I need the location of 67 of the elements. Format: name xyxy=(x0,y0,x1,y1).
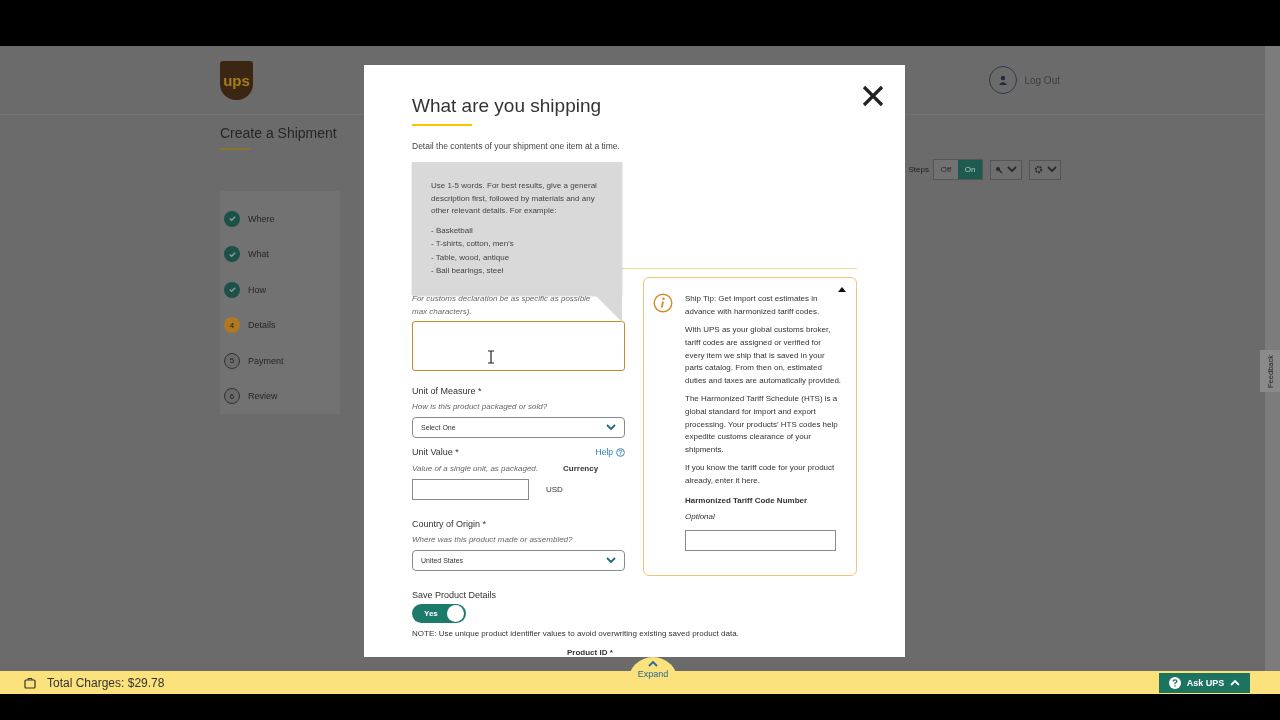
chevron-down-icon xyxy=(606,424,616,432)
chevron-up-icon xyxy=(648,660,658,667)
total-charges: Total Charges: $29.78 xyxy=(47,675,165,690)
step-label[interactable]: How xyxy=(248,284,266,295)
steps-toggle-option[interactable]: Off xyxy=(934,160,958,179)
tip-paragraph: Ship Tip: Get import cost estimates in advance with harmonized tariff codes. xyxy=(685,293,821,318)
field-label: Harmonized Tariff Code Number xyxy=(685,494,809,507)
chevron-down-icon xyxy=(606,557,616,565)
check-icon xyxy=(224,210,240,227)
help-icon xyxy=(616,447,625,457)
help-link[interactable]: Help xyxy=(595,447,625,458)
step-label[interactable]: Payment xyxy=(248,355,284,366)
tip-paragraph: The Harmonized Tariff Schedule (HTS) is a global standard for import and export processing. Your products' HTS codes help expedite customs clearance of your shipments. xyxy=(685,393,839,456)
tools-button[interactable] xyxy=(990,159,1022,180)
gear-icon xyxy=(1033,165,1043,174)
tooltip-example: - Table, wood, antique xyxy=(431,251,511,264)
tariff-code-field[interactable] xyxy=(685,529,836,551)
collapse-caret[interactable] xyxy=(837,285,847,294)
steps-label: Steps xyxy=(908,165,929,174)
currency-label: Currency xyxy=(563,462,599,475)
bag-icon xyxy=(24,676,36,689)
field-label: Product ID * xyxy=(566,648,614,657)
field-label: Unit of Measure * xyxy=(412,385,483,398)
tooltip-example: - Ball bearings, steel xyxy=(431,265,505,277)
tip-paragraph: With UPS as your global customs broker, tariff codes are assigned or verified for every item we ship that is saved in your parts catalog. From then on, estimated duties and taxes are automatically provided. xyxy=(685,324,842,387)
unit-value-field[interactable] xyxy=(412,479,529,501)
description-field[interactable] xyxy=(412,321,625,372)
dialog-description: Detail the contents of your shipment one item at a time. xyxy=(412,139,621,152)
field-label: Unit Value * xyxy=(412,446,459,459)
check-icon xyxy=(224,246,240,263)
check-icon xyxy=(224,281,240,298)
customs-hint: For customs declaration be as specific as possible xyxy=(412,293,591,306)
tooltip-text: Use 1-5 words. For best results, give a general description first, followed by materials and any other relevant details. For example: xyxy=(431,180,598,217)
step-label[interactable]: What xyxy=(248,249,269,260)
tooltip-example: - Basketball xyxy=(431,224,474,237)
currency-value: USD xyxy=(546,483,563,496)
field-hint: Value of a single unit, as packaged. xyxy=(412,463,538,476)
field-hint: How is this product packaged or sold? xyxy=(412,401,548,414)
help-icon xyxy=(1168,676,1181,689)
save-toggle[interactable]: Yes xyxy=(412,604,466,623)
text-cursor-icon xyxy=(487,350,495,365)
tip-paragraph: If you know the tariff code for your product already, enter it here. xyxy=(685,462,836,487)
scrollbar[interactable] xyxy=(1265,46,1280,671)
step-number: 5 xyxy=(224,352,240,369)
page-title: Create a Shipment xyxy=(220,125,338,141)
person-icon xyxy=(998,75,1009,85)
customs-hint: max characters). xyxy=(412,306,472,319)
step-number: 6 xyxy=(224,388,240,405)
field-hint: Where was this product made or assembled? xyxy=(412,534,573,547)
close-button[interactable] xyxy=(861,84,885,108)
note-text: NOTE: Use unique product identifier values to avoid overwriting existing saved product data. xyxy=(412,628,740,640)
ask-ups-button[interactable]: Ask UPS xyxy=(1159,672,1250,693)
step-label[interactable]: Details xyxy=(248,320,276,331)
chevron-up-icon xyxy=(1230,679,1241,686)
field-label: Country of Origin * xyxy=(412,518,488,531)
step-label[interactable]: Where xyxy=(248,213,275,224)
field-label: Save Product Details xyxy=(412,589,498,602)
info-icon xyxy=(653,293,673,314)
step-label[interactable]: Review xyxy=(248,391,278,402)
dialog-title: What are you shipping xyxy=(412,94,603,118)
field-hint: Optional xyxy=(685,511,716,524)
settings-button[interactable] xyxy=(1029,159,1061,180)
steps-toggle-option[interactable]: On xyxy=(958,160,982,179)
step-number: 4 xyxy=(224,317,240,334)
logo[interactable]: ups xyxy=(220,60,253,100)
wrench-icon xyxy=(995,165,1003,174)
tooltip-example: - T-shirts, cotton, men's xyxy=(431,238,515,250)
